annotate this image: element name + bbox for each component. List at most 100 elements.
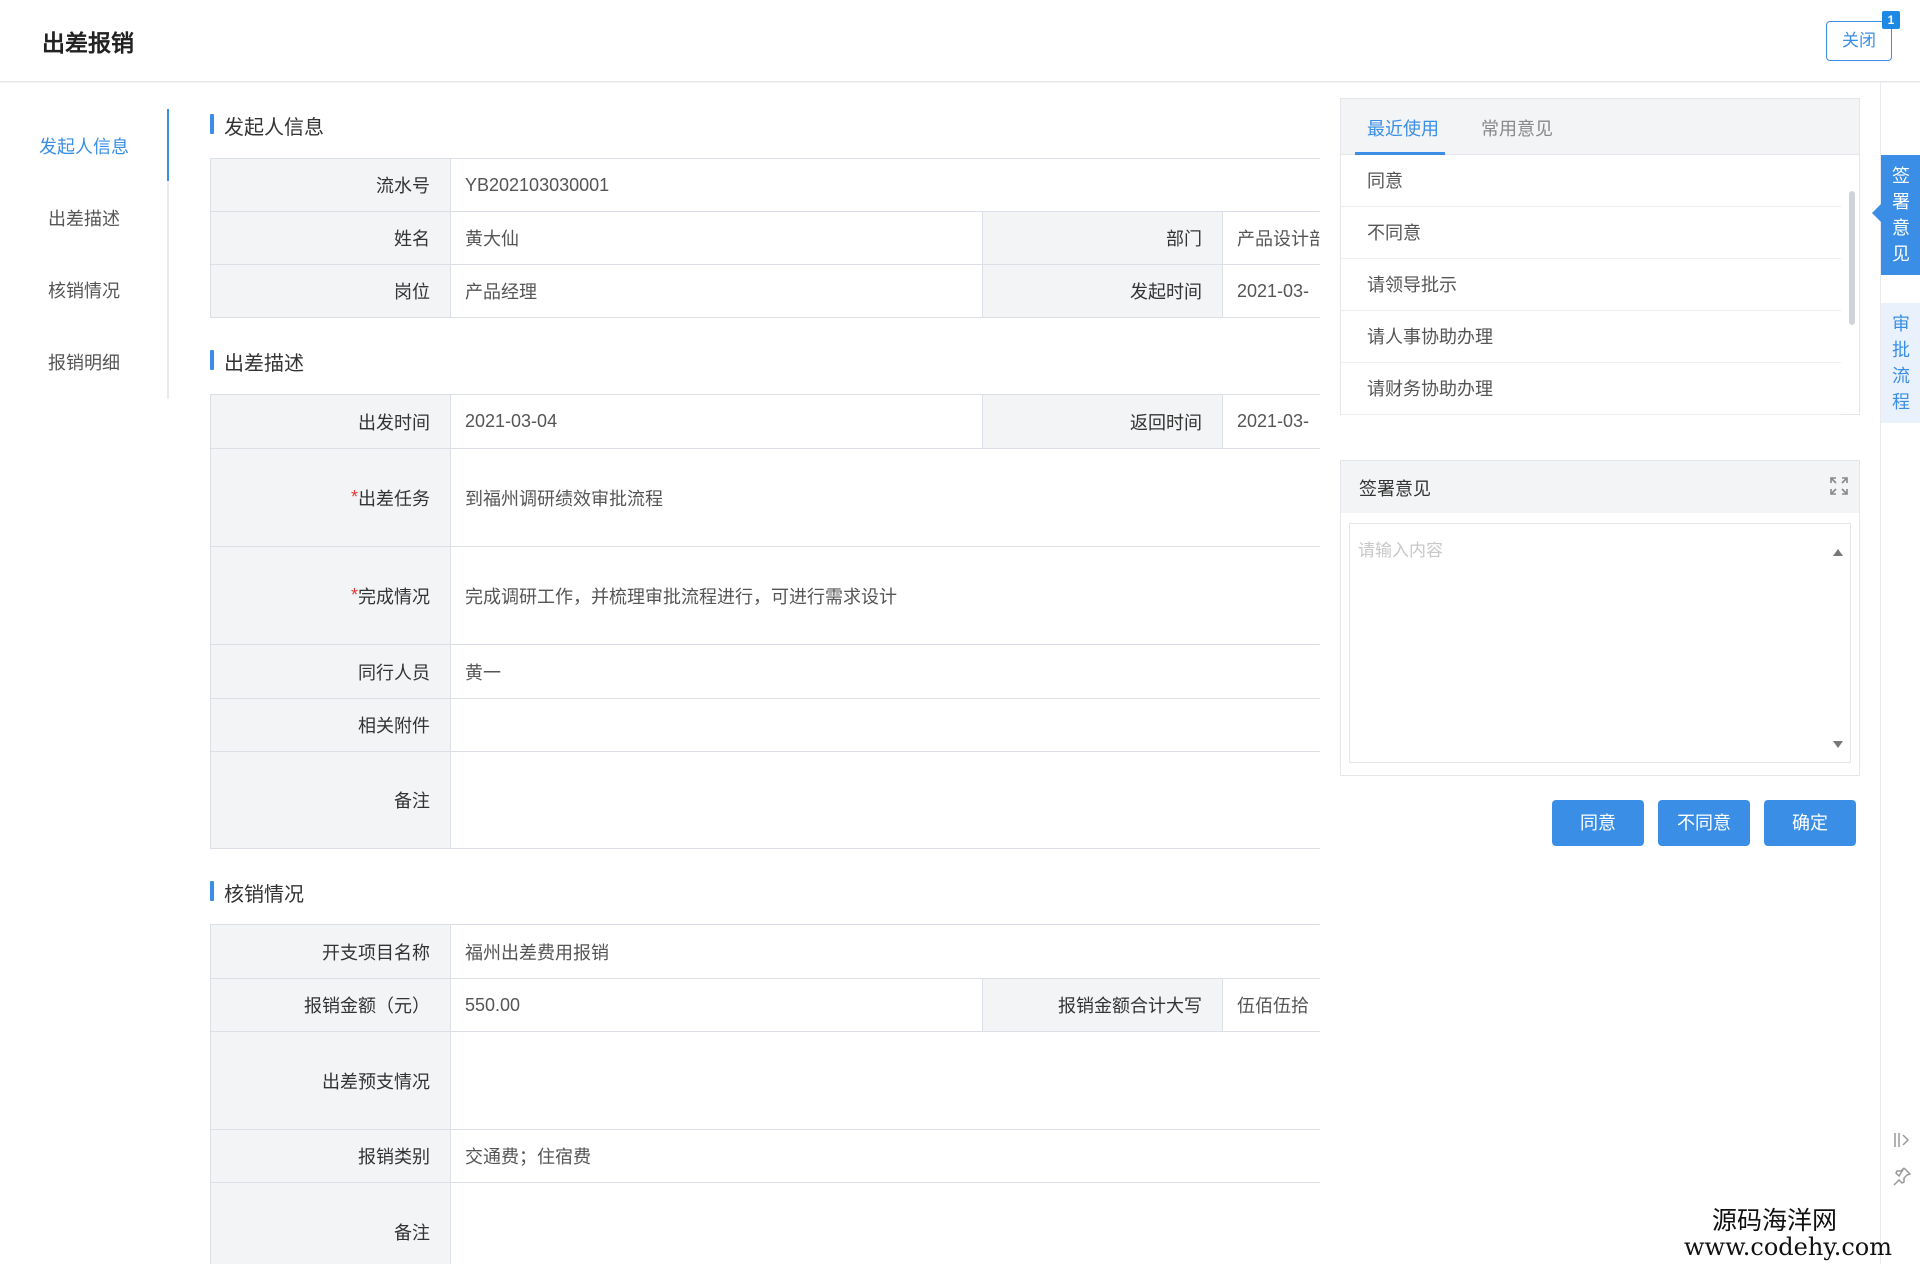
name-label: 姓名	[211, 212, 451, 264]
companion-value: 黄一	[465, 662, 501, 683]
task-label-text: 出差任务	[358, 488, 430, 509]
task-label: * 出差任务	[211, 449, 451, 546]
verify-remark-label: 备注	[211, 1183, 451, 1264]
scroll-down-arrow-icon[interactable]	[1833, 741, 1843, 748]
verify-table: 开支项目名称 福州出差费用报销 报销金额（元） 550.00 报销金额合计大写 …	[210, 924, 1320, 1264]
trip-remark-label: 备注	[211, 752, 451, 848]
trip-table: 出发时间 2021-03-04 返回时间 2021-03- * 出差任务 到福州调…	[210, 394, 1320, 849]
done-value: 完成调研工作，并梳理审批流程进行，可进行需求设计	[465, 586, 897, 607]
notification-badge: 1	[1882, 11, 1900, 29]
vtab-sign-label: 签署意见	[1892, 166, 1910, 264]
tab-common[interactable]: 常用意见	[1481, 115, 1553, 141]
opinion-item[interactable]: 请领导批示	[1341, 259, 1841, 311]
amount-cn-value: 伍佰伍拾	[1237, 996, 1309, 1016]
sign-title: 签署意见	[1359, 479, 1431, 499]
opinion-item[interactable]: 同意	[1341, 155, 1841, 207]
active-tab-pointer	[1872, 204, 1881, 222]
nav-item-trip[interactable]: 出差描述	[0, 205, 168, 231]
confirm-button[interactable]: 确定	[1764, 800, 1856, 846]
agree-button[interactable]: 同意	[1552, 800, 1644, 846]
serial-label: 流水号	[211, 159, 451, 211]
expense-type-value: 交通费；住宿费	[465, 1147, 591, 1167]
tab-recent[interactable]: 最近使用	[1367, 115, 1439, 141]
watermark-name: 源码海洋网	[1712, 1206, 1838, 1235]
section-title-initiator: 发起人信息	[210, 111, 324, 140]
required-mark: *	[350, 487, 358, 507]
nav-item-detail[interactable]: 报销明细	[0, 349, 168, 375]
return-value: 2021-03-	[1237, 411, 1310, 431]
disagree-button[interactable]: 不同意	[1658, 800, 1750, 846]
section-title-verify: 核销情况	[210, 878, 304, 907]
dept-value: 产品设计部	[1237, 229, 1320, 249]
done-label-text: 完成情况	[358, 586, 430, 607]
opinion-item[interactable]: 请人事协助办理	[1341, 311, 1841, 363]
advance-label: 出差预支情况	[211, 1032, 451, 1129]
table-row: 流水号 YB202103030001	[211, 159, 1320, 212]
watermark: 源码海洋网 www.codehy.com	[1684, 1206, 1892, 1261]
attachment-label: 相关附件	[211, 699, 451, 751]
table-row: 出发时间 2021-03-04 返回时间 2021-03-	[211, 395, 1320, 449]
dept-label: 部门	[983, 212, 1223, 264]
nav-item-verify[interactable]: 核销情况	[0, 277, 168, 303]
project-value: 福州出差费用报销	[465, 942, 609, 963]
table-row: * 完成情况 完成调研工作，并梳理审批流程进行，可进行需求设计	[211, 547, 1320, 645]
return-label: 返回时间	[983, 395, 1223, 448]
name-value: 黄大仙	[451, 212, 983, 264]
table-row: 开支项目名称 福州出差费用报销	[211, 925, 1320, 979]
post-value: 产品经理	[451, 265, 983, 317]
verify-remark-value	[451, 1183, 1320, 1264]
done-label: * 完成情况	[211, 547, 451, 644]
serial-value: YB202103030001	[465, 174, 610, 195]
start-time-value: 2021-03-	[1237, 280, 1310, 301]
table-row: 出差预支情况	[211, 1032, 1320, 1130]
required-mark: *	[350, 585, 358, 605]
opinion-item[interactable]: 请财务协助办理	[1341, 363, 1841, 415]
tabs-header: 最近使用 常用意见	[1341, 99, 1859, 155]
scroll-up-arrow-icon[interactable]	[1833, 549, 1843, 556]
vtab-approval-flow[interactable]: 审批流程	[1881, 303, 1920, 423]
vtab-sign-opinion[interactable]: 签署意见	[1881, 155, 1920, 275]
sign-opinion-box: 签署意见	[1340, 460, 1860, 776]
project-label: 开支项目名称	[211, 925, 451, 978]
collapse-icon[interactable]	[1891, 1129, 1913, 1151]
start-time-label: 发起时间	[983, 265, 1223, 317]
amount-label: 报销金额（元）	[211, 979, 451, 1031]
vtab-flow-label: 审批流程	[1892, 314, 1910, 412]
form-content: 发起人信息 流水号 YB202103030001 姓名 黄大仙 部门 产品设计部…	[170, 83, 1320, 1264]
table-row: 相关附件	[211, 699, 1320, 752]
depart-value: 2021-03-04	[451, 395, 983, 448]
opinion-tabs: 最近使用 常用意见 同意 不同意 请领导批示 请人事协助办理 请财务协助办理	[1340, 98, 1860, 415]
opinion-list-scrollbar[interactable]	[1849, 191, 1855, 325]
watermark-url: www.codehy.com	[1684, 1233, 1892, 1261]
section-title-trip: 出差描述	[210, 347, 304, 376]
trip-remark-value	[451, 752, 1320, 848]
page-title: 出差报销	[42, 30, 134, 56]
nav-item-initiator[interactable]: 发起人信息	[0, 133, 168, 159]
vertical-tab-rail: 签署意见 审批流程	[1872, 83, 1920, 1264]
table-row: 岗位 产品经理 发起时间 2021-03-	[211, 265, 1320, 318]
opinion-panel: 最近使用 常用意见 同意 不同意 请领导批示 请人事协助办理 请财务协助办理 签…	[1320, 83, 1880, 1264]
amount-value: 550.00	[451, 979, 983, 1031]
attachment-value[interactable]	[451, 699, 1320, 751]
sign-header: 签署意见	[1341, 461, 1859, 513]
anchor-nav: 发起人信息 出差描述 核销情况 报销明细	[0, 83, 170, 1264]
table-row: 报销金额（元） 550.00 报销金额合计大写 伍佰伍拾	[211, 979, 1320, 1032]
advance-value	[451, 1032, 1320, 1129]
table-row: 同行人员 黄一	[211, 645, 1320, 699]
sign-opinion-input[interactable]	[1349, 523, 1851, 763]
amount-cn-label: 报销金额合计大写	[983, 979, 1223, 1031]
companion-label: 同行人员	[211, 645, 451, 698]
opinion-item[interactable]: 不同意	[1341, 207, 1841, 259]
initiator-table: 流水号 YB202103030001 姓名 黄大仙 部门 产品设计部 岗位 产品…	[210, 158, 1320, 318]
table-row: 姓名 黄大仙 部门 产品设计部	[211, 212, 1320, 265]
expense-type-label: 报销类别	[211, 1130, 451, 1182]
pin-icon[interactable]	[1891, 1165, 1913, 1187]
post-label: 岗位	[211, 265, 451, 317]
table-row: 备注	[211, 1183, 1320, 1264]
depart-label: 出发时间	[211, 395, 451, 448]
table-row: * 出差任务 到福州调研绩效审批流程	[211, 449, 1320, 547]
page-header: 出差报销 关闭 1	[0, 0, 1920, 82]
task-value: 到福州调研绩效审批流程	[465, 488, 663, 509]
table-row: 备注	[211, 752, 1320, 849]
expand-icon[interactable]	[1829, 476, 1849, 496]
